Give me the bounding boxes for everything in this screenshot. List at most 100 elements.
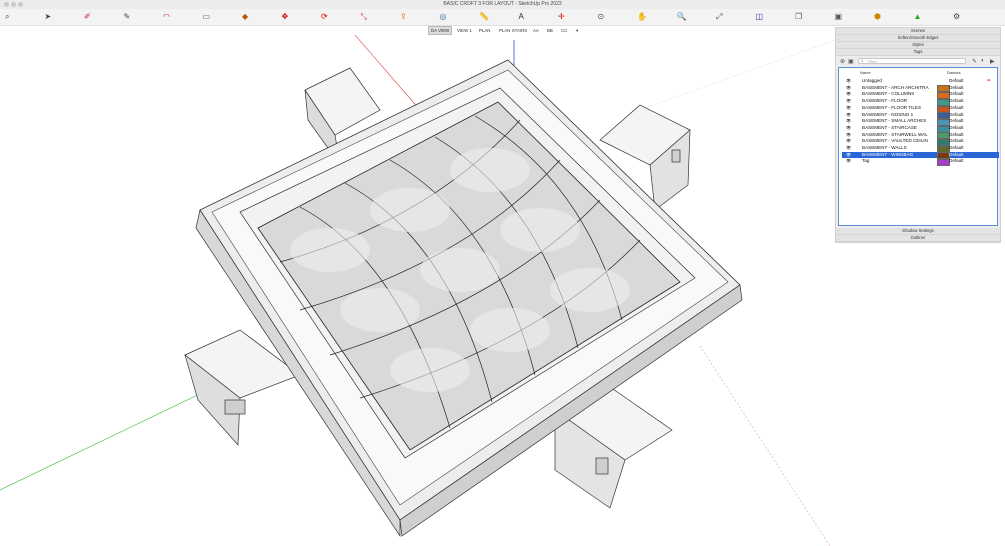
section-icon[interactable]: ◫ [756,12,766,22]
solid-icon[interactable]: ⬢ [874,12,884,22]
tag-row[interactable]: 👁 BASEMENT - STAIRCASE Default [842,125,999,133]
tag-name: BASEMENT - ARCH ARCHITRA [862,84,929,90]
gear-icon[interactable]: ⚙ [953,12,963,22]
visibility-eye-icon[interactable]: 👁 [846,118,851,125]
tag-name: Tag [862,158,870,164]
move-icon[interactable]: ✥ [282,12,292,22]
main-toolbar: ⌕ ➤ ✐ ✎ ◠ ▭ ◆ ✥ ⟳ ⤡ ⇪ ◎ 📏 A ✛ ⊙ ✋ 🔍 ⤢ ◫ ❒ ▣ ⬢ ▲ ⚙ [0,9,1005,26]
tag-dashes[interactable]: Default [949,158,964,165]
tab-aa[interactable]: AA [531,27,541,34]
visibility-eye-icon[interactable]: 👁 [846,125,851,132]
tag-dashes[interactable]: Default [949,91,964,98]
scene-tabs-more-icon[interactable]: ▾ [574,27,580,34]
tag-dashes[interactable]: Default [949,98,964,105]
visibility-eye-icon[interactable]: 👁 [846,112,851,119]
tab-bb[interactable]: BB [545,27,555,34]
default-tray: Scenes Soften/Smooth Edges Styles Tags ⊕… [835,27,1001,243]
group-icon[interactable]: ▣ [835,12,845,22]
tag-dashes[interactable]: Default [949,145,964,152]
visibility-eye-icon[interactable]: 👁 [846,85,851,92]
tag-name: BASEMENT - NOSING 1 [862,111,914,117]
rotate-icon[interactable]: ⟳ [321,12,331,22]
window-title: BASIC CROFT 3 FOR LAYOUT - SketchUp Pro … [443,1,562,7]
color-by-tag-icon[interactable]: ◐ [981,58,985,64]
tag-row[interactable]: 👁 BASEMENT - FLOOR Default [842,98,999,106]
visibility-eye-icon[interactable]: 👁 [846,78,851,85]
tag-dashes[interactable]: Default [949,118,964,125]
tab-view-1[interactable]: VIEW 1 [455,27,474,34]
tag-dashes[interactable]: Default [949,105,964,112]
sandbox-icon[interactable]: ▲ [914,12,924,22]
visibility-eye-icon[interactable]: 👁 [846,105,851,112]
tag-row[interactable]: 👁 Untagged Default [842,78,999,85]
rectangle-icon[interactable]: ▭ [203,12,213,22]
tab-plan-stairs[interactable]: PLAN STAIRS [497,27,529,34]
tag-search-input[interactable]: Filter [858,58,966,64]
title-bar: BASIC CROFT 3 FOR LAYOUT - SketchUp Pro … [0,0,1005,9]
visibility-eye-icon[interactable]: 👁 [846,91,851,98]
visibility-eye-icon[interactable]: 👁 [846,132,851,139]
name-column-header[interactable]: Name [860,70,871,75]
visibility-eye-icon[interactable]: 👁 [846,152,851,159]
tag-row[interactable]: 👁 BASEMENT - COLUMNS Default [842,91,999,100]
tag-dashes[interactable]: Default [949,78,964,85]
paint-icon[interactable]: ◆ [242,12,252,22]
add-tag-icon[interactable]: ⊕ [840,58,845,65]
tag-dashes[interactable]: Default [949,112,964,119]
scenes-panel-header[interactable]: Scenes [836,28,1000,35]
tag-color-swatch[interactable] [937,78,948,84]
zoom-extents-icon[interactable]: ⤢ [716,12,726,22]
select-icon[interactable]: ➤ [45,12,55,22]
tag-row[interactable]: 👁 BASEMENT - SMALL ARCHES Default [842,118,999,126]
pushpull-icon[interactable]: ⇪ [400,12,410,22]
tag-name: BASEMENT - FLOOR TILES [862,104,922,110]
offset-icon[interactable]: ◎ [440,12,450,22]
tab-da-view[interactable]: DA VIEW [428,26,453,35]
pan-icon[interactable]: ✋ [637,12,647,22]
eraser-icon[interactable]: ✐ [84,12,94,22]
dashes-toggle-icon[interactable]: ✎ [972,58,977,65]
zoom-icon[interactable]: 🔍 [677,12,687,22]
arc-icon[interactable]: ◠ [163,12,173,22]
tag-name: Untagged [862,78,882,83]
tag-row[interactable]: 👁 BASEMENT - NOSING 1 Default [842,111,999,120]
pencil-icon[interactable]: ✎ [124,12,134,22]
visibility-eye-icon[interactable]: 👁 [846,145,851,152]
tab-plan[interactable]: PLAN [477,27,492,34]
scale-icon[interactable]: ⤡ [361,12,371,22]
search-icon[interactable]: ⌕ [5,12,15,22]
current-tag-pencil-icon: ✏ [987,78,992,84]
tags-panel-header[interactable]: Tags [836,49,1000,56]
text-icon[interactable]: A [519,12,529,22]
outliner-panel-header[interactable]: Outliner [836,235,1000,242]
details-menu-icon[interactable]: ▶ [990,58,995,65]
softsmooth-panel-header[interactable]: Soften/Smooth Edges [836,35,1000,42]
tag-dashes[interactable]: Default [949,152,964,159]
tag-name: BASEMENT - STAIRWELL WAL [862,131,928,137]
tag-dashes[interactable]: Default [949,85,964,92]
tag-row[interactable]: 👁 BASEMENT - WINDBAG Default [842,151,999,160]
tag-row[interactable]: 👁 BASEMENT - WALLS Default [842,145,999,153]
tag-dashes[interactable]: Default [949,132,964,139]
tag-dashes[interactable]: Default [949,138,964,145]
tag-row[interactable]: 👁 BASEMENT - STAIRWELL WAL Default [842,131,999,140]
tags-list: Name Dashes 👁 Untagged Default 👁 BASEMENT - … [838,67,999,226]
tag-row[interactable]: 👁 Tag Default [842,158,999,167]
search-icon: ⌕ [861,58,864,64]
orbit-icon[interactable]: ⊙ [598,12,608,22]
dashes-column-header[interactable]: Dashes [947,70,961,75]
component-icon[interactable]: ❒ [795,12,805,22]
visibility-eye-icon[interactable]: 👁 [846,98,851,105]
tag-row[interactable]: 👁 BASEMENT - ARCH ARCHITRA Default [842,84,999,93]
styles-panel-header[interactable]: Styles [836,42,1000,49]
visibility-eye-icon[interactable]: 👁 [846,138,851,145]
tag-row[interactable]: 👁 BASEMENT - FLOOR TILES Default [842,104,999,113]
tape-icon[interactable]: 📏 [479,12,489,22]
tag-dashes[interactable]: Default [949,125,964,132]
add-tag-folder-icon[interactable]: ▣ [848,58,854,65]
shadow-settings-panel-header[interactable]: Shadow Settings [836,228,1000,235]
visibility-eye-icon[interactable]: 👁 [846,158,851,165]
axes-icon[interactable]: ✛ [558,12,568,22]
tag-row[interactable]: 👁 BASEMENT - VAULTED CEILIN Default [842,138,999,147]
tab-cc[interactable]: CC [559,27,569,34]
